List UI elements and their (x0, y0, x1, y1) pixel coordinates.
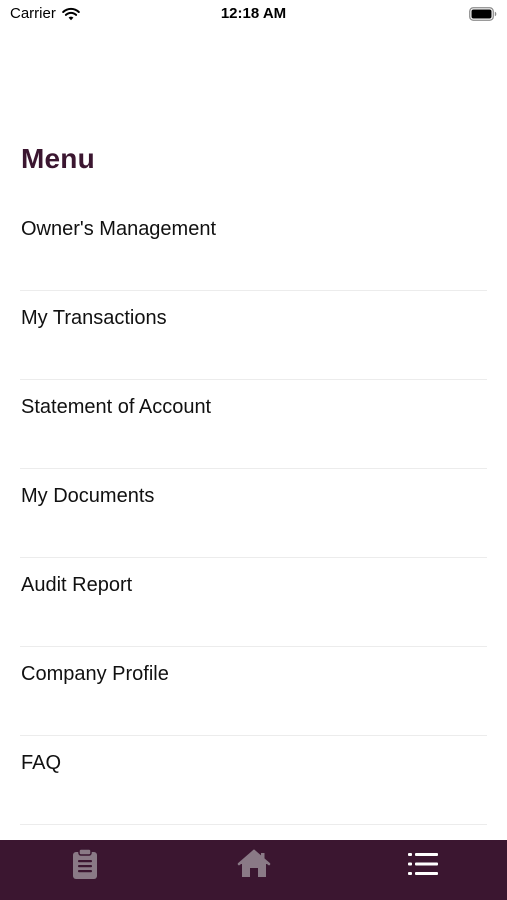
clipboard-icon (72, 848, 98, 880)
status-bar: Carrier 12:18 AM (0, 0, 507, 28)
menu-item-my-transactions[interactable]: My Transactions (20, 292, 487, 380)
menu-screen: Carrier 12:18 AM Menu Owner's Management (0, 0, 507, 900)
menu-item-company-profile[interactable]: Company Profile (20, 648, 487, 736)
menu-item-my-documents[interactable]: My Documents (20, 470, 487, 558)
tab-tasks[interactable] (0, 840, 169, 888)
page-title: Menu (21, 143, 95, 174)
menu-item-label: Owner's Management (21, 218, 217, 240)
tab-menu[interactable] (338, 840, 507, 888)
home-icon (237, 849, 271, 879)
menu-item-label: FAQ (21, 752, 62, 774)
list-icon (407, 852, 438, 876)
battery-icon (469, 7, 497, 21)
menu-item-label: Statement of Account (21, 396, 212, 418)
menu-item-owners-management[interactable]: Owner's Management (20, 203, 487, 291)
tab-bar (0, 840, 507, 900)
menu-item-label: Audit Report (21, 574, 133, 596)
menu-list: Owner's Management My Transactions State… (20, 203, 487, 826)
menu-item-label: My Documents (21, 485, 155, 507)
menu-item-statement-of-account[interactable]: Statement of Account (20, 381, 487, 469)
menu-item-label: My Transactions (21, 307, 167, 329)
status-time: 12:18 AM (220, 5, 287, 22)
menu-item-label: Company Profile (21, 663, 169, 685)
tab-home[interactable] (169, 840, 338, 888)
menu-item-faq[interactable]: FAQ (20, 737, 487, 825)
menu-item-audit-report[interactable]: Audit Report (20, 559, 487, 647)
